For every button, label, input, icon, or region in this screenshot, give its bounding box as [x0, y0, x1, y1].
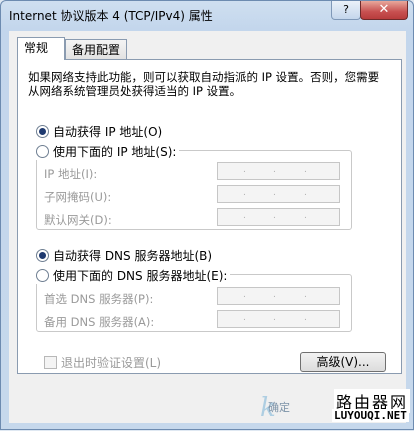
manual-dns-radio[interactable]: 使用下面的 DNS 服务器地址(E):: [36, 268, 231, 284]
watermark-en-text: LUYOUQI.NET: [332, 409, 409, 422]
preferred-dns-label: 首选 DNS 服务器(P):: [44, 292, 154, 306]
help-button[interactable]: ?: [331, 1, 361, 20]
validate-settings-checkbox[interactable]: 退出时验证设置(L): [44, 354, 161, 371]
auto-ip-label: 自动获得 IP 地址(O): [53, 125, 163, 139]
radio-indicator: [36, 249, 49, 262]
default-gateway-label: 默认网关(D):: [44, 213, 112, 227]
alternate-dns-field[interactable]: ...: [217, 310, 340, 328]
alternate-dns-label: 备用 DNS 服务器(A):: [44, 315, 155, 329]
manual-ip-label: 使用下面的 IP 地址(S):: [53, 145, 177, 159]
auto-dns-label: 自动获得 DNS 服务器地址(B): [53, 249, 213, 263]
dialog-client-area: 常规 备用配置 如果网络支持此功能，则可以获取自动指派的 IP 设置。否则，您需…: [9, 31, 406, 423]
manual-ip-radio[interactable]: 使用下面的 IP 地址(S):: [36, 144, 180, 160]
default-gateway-field[interactable]: ...: [217, 208, 340, 226]
ip-address-field[interactable]: ...: [217, 162, 340, 180]
ok-button[interactable]: 确定: [268, 399, 290, 415]
tab-panel-general: 如果网络支持此功能，则可以获取自动指派的 IP 设置。否则，您需要从网络系统管理…: [17, 59, 402, 374]
title-bar[interactable]: Internet 协议版本 4 (TCP/IPv4) 属性 ? ✕: [1, 1, 413, 31]
manual-dns-label: 使用下面的 DNS 服务器地址(E):: [53, 269, 228, 283]
radio-indicator: [36, 269, 49, 282]
preferred-dns-field[interactable]: ...: [217, 287, 340, 305]
checkbox-indicator: [44, 356, 57, 369]
close-button[interactable]: ✕: [360, 1, 408, 20]
ip-address-label: IP 地址(I):: [44, 167, 98, 181]
tab-alternate-configuration[interactable]: 备用配置: [65, 39, 127, 59]
auto-dns-radio[interactable]: 自动获得 DNS 服务器地址(B): [36, 248, 212, 264]
dialog-window: Internet 协议版本 4 (TCP/IPv4) 属性 ? ✕ 常规 备用配…: [0, 0, 414, 430]
watermark: k 确定 路由器网 LUYOUQI.NET: [256, 389, 414, 431]
validate-settings-label: 退出时验证设置(L): [61, 356, 162, 370]
radio-indicator: [36, 125, 49, 138]
window-title: Internet 协议版本 4 (TCP/IPv4) 属性: [9, 9, 213, 23]
tab-general[interactable]: 常规: [17, 37, 65, 60]
subnet-mask-label: 子网掩码(U):: [44, 190, 112, 204]
advanced-button[interactable]: 高级(V)...: [300, 352, 386, 372]
description-text: 如果网络支持此功能，则可以获取自动指派的 IP 设置。否则，您需要从网络系统管理…: [28, 70, 380, 98]
subnet-mask-field[interactable]: ...: [217, 185, 340, 203]
radio-indicator: [36, 145, 49, 158]
auto-ip-radio[interactable]: 自动获得 IP 地址(O): [36, 124, 162, 140]
